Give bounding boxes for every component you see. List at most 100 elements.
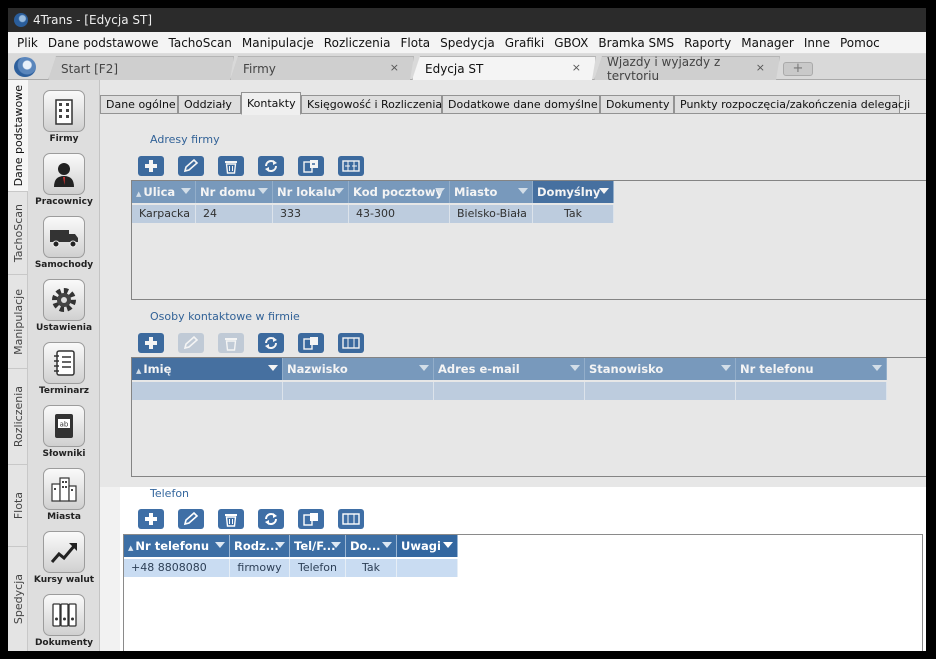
tab-ksiegowosc[interactable]: Księgowość i Rozliczenia — [301, 95, 442, 114]
tab-start[interactable]: Start [F2] — [48, 56, 234, 80]
menu-tachoscan[interactable]: TachoScan — [164, 36, 237, 50]
sidebar-item-slowniki[interactable]: ab Słowniki — [28, 399, 100, 462]
import-button[interactable] — [298, 333, 324, 353]
filter-icon[interactable] — [518, 188, 528, 194]
vtab-dane-podstawowe[interactable]: Dane podstawowe — [8, 80, 28, 192]
filter-icon[interactable] — [570, 365, 580, 371]
refresh-button[interactable] — [258, 156, 284, 176]
sidebar-item-ustawienia[interactable]: Ustawienia — [28, 273, 100, 336]
sidebar-item-terminarz[interactable]: Terminarz — [28, 336, 100, 399]
menu-bramka-sms[interactable]: Bramka SMS — [593, 36, 679, 50]
delete-button[interactable] — [218, 333, 244, 353]
sidebar-item-dokumenty[interactable]: Dokumenty — [28, 588, 100, 651]
filter-icon[interactable] — [599, 188, 609, 194]
vtab-flota[interactable]: Flota — [8, 465, 28, 547]
menu-inne[interactable]: Inne — [799, 36, 835, 50]
menu-manipulacje[interactable]: Manipulacje — [237, 36, 319, 50]
add-button[interactable] — [138, 333, 164, 353]
menu-spedycja[interactable]: Spedycja — [435, 36, 500, 50]
chart-up-icon — [43, 531, 85, 573]
columns-button[interactable] — [338, 509, 364, 529]
refresh-button[interactable] — [258, 333, 284, 353]
refresh-button[interactable] — [258, 509, 284, 529]
edit-button[interactable] — [178, 509, 204, 529]
column-header-ulica[interactable]: ▲ Ulica — [132, 181, 196, 203]
column-header-imie[interactable]: ▲ Imię — [132, 358, 283, 380]
tab-edycja-st[interactable]: Edycja ST × — [412, 56, 596, 80]
edit-button[interactable] — [178, 156, 204, 176]
delete-button[interactable] — [218, 156, 244, 176]
column-header-nr-domu[interactable]: Nr domu — [196, 181, 273, 203]
filter-icon[interactable] — [275, 542, 285, 548]
tab-dane-ogolne[interactable]: Dane ogólne — [100, 95, 178, 114]
sidebar-item-miasta[interactable]: Miasta — [28, 462, 100, 525]
home-logo-icon[interactable] — [14, 57, 36, 77]
column-header-nr-lokalu[interactable]: Nr lokalu — [273, 181, 349, 203]
columns-button[interactable] — [338, 333, 364, 353]
column-header-stanowisko[interactable]: Stanowisko — [585, 358, 736, 380]
menu-flota[interactable]: Flota — [395, 36, 435, 50]
close-icon[interactable]: × — [390, 61, 399, 74]
filter-icon[interactable] — [872, 365, 882, 371]
filter-icon[interactable] — [334, 188, 344, 194]
filter-icon[interactable] — [258, 188, 268, 194]
vtab-rozliczenia[interactable]: Rozliczenia — [8, 369, 28, 465]
sidebar-item-samochody[interactable]: Samochody — [28, 210, 100, 273]
tab-label: Wjazdy i wyjazdy z terytoriu — [607, 54, 721, 83]
add-button[interactable] — [138, 156, 164, 176]
filter-icon[interactable] — [331, 542, 341, 548]
tab-dodatkowe-dane[interactable]: Dodatkowe dane domyślne — [442, 95, 600, 114]
tab-wjazdy[interactable]: Wjazdy i wyjazdy z terytoriu × — [594, 56, 780, 80]
vtab-spedycja[interactable]: Spedycja — [8, 547, 28, 651]
filter-icon[interactable] — [382, 542, 392, 548]
menu-gbox[interactable]: GBOX — [549, 36, 593, 50]
sidebar-item-pracownicy[interactable]: Pracownicy — [28, 147, 100, 210]
tab-punkty-delegacji[interactable]: Punkty rozpoczęcia/zakończenia delegacji — [674, 95, 910, 114]
column-header-kod-pocztowy[interactable]: Kod pocztowy — [349, 181, 450, 203]
tab-oddzialy[interactable]: Oddziały — [178, 95, 241, 114]
filter-icon[interactable] — [215, 542, 225, 548]
column-header-rodzaj[interactable]: Rodz... — [230, 535, 290, 557]
column-header-miasto[interactable]: Miasto — [450, 181, 533, 203]
edit-button[interactable] — [178, 333, 204, 353]
import-icon — [303, 160, 318, 173]
new-tab-button[interactable]: + — [783, 62, 813, 76]
close-icon[interactable]: × — [756, 61, 765, 74]
column-header-tel-fax[interactable]: Tel/F... — [290, 535, 346, 557]
add-button[interactable] — [138, 509, 164, 529]
edit-icon — [183, 512, 199, 526]
column-header-domyslny[interactable]: Do... — [346, 535, 397, 557]
menu-pomoc[interactable]: Pomoc — [835, 36, 885, 50]
menu-manager[interactable]: Manager — [736, 36, 799, 50]
column-header-domyslny[interactable]: Domyślny — [533, 181, 614, 203]
column-header-uwagi[interactable]: Uwagi — [397, 535, 458, 557]
filter-icon[interactable] — [181, 188, 191, 194]
vtab-tachoscan[interactable]: TachoScan — [8, 192, 28, 275]
column-header-nr-telefonu[interactable]: Nr telefonu — [736, 358, 887, 380]
filter-icon[interactable] — [721, 365, 731, 371]
delete-button[interactable] — [218, 509, 244, 529]
sidebar-item-firmy[interactable]: Firmy — [28, 84, 100, 147]
tab-firmy[interactable]: Firmy × — [230, 56, 414, 80]
filter-icon[interactable] — [435, 188, 445, 194]
menu-raporty[interactable]: Raporty — [679, 36, 736, 50]
close-icon[interactable]: × — [572, 61, 581, 74]
menu-dane-podstawowe[interactable]: Dane podstawowe — [43, 36, 164, 50]
tab-kontakty[interactable]: Kontakty — [241, 92, 301, 115]
sidebar-item-kursy-walut[interactable]: Kursy walut — [28, 525, 100, 588]
filter-icon[interactable] — [268, 365, 278, 371]
vtab-manipulacje[interactable]: Manipulacje — [8, 275, 28, 369]
truck-icon — [43, 216, 85, 258]
import-button[interactable] — [298, 509, 324, 529]
column-header-nr-telefonu[interactable]: ▲ Nr telefonu — [124, 535, 230, 557]
filter-icon[interactable] — [419, 365, 429, 371]
filter-icon[interactable] — [443, 542, 453, 548]
menu-plik[interactable]: Plik — [12, 36, 43, 50]
column-header-nazwisko[interactable]: Nazwisko — [283, 358, 434, 380]
tab-dokumenty[interactable]: Dokumenty — [600, 95, 674, 114]
columns-button[interactable] — [338, 156, 364, 176]
menu-rozliczenia[interactable]: Rozliczenia — [319, 36, 396, 50]
import-button[interactable] — [298, 156, 324, 176]
menu-grafiki[interactable]: Grafiki — [500, 36, 549, 50]
column-header-email[interactable]: Adres e-mail — [434, 358, 585, 380]
